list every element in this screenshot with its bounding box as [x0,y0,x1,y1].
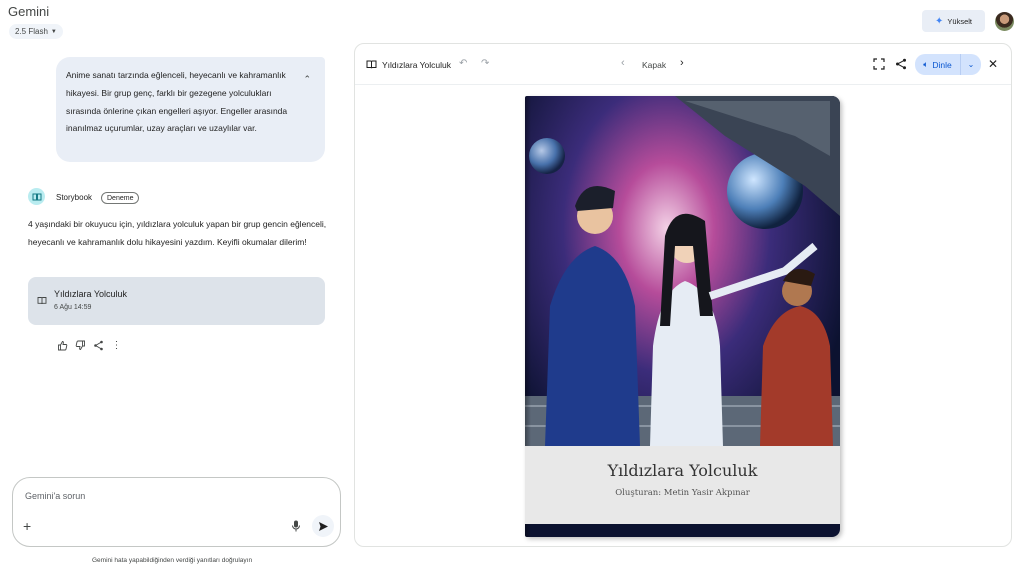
panel-title: Yıldızlara Yolculuk [382,60,451,70]
response-actions: ⋮ [57,340,122,351]
upgrade-label: Yükselt [947,16,972,26]
cover-author: Oluşturan: Metin Yasir Akpınar [615,488,750,498]
redo-icon[interactable]: ↷ [481,58,489,69]
upgrade-button[interactable]: ✦ Yükselt [922,10,985,32]
send-icon [318,521,328,531]
listen-main[interactable]: 🔈︎ Dinle [915,54,961,75]
listen-button[interactable]: 🔈︎ Dinle ⌄ [915,54,981,75]
story-card[interactable]: Yıldızlara Yolculuk 6 Ağu 14:59 [28,277,325,325]
prompt-input[interactable]: Gemini'a sorun + [12,477,341,547]
story-card-title: Yıldızlara Yolculuk [54,289,128,299]
fullscreen-icon[interactable] [873,58,885,70]
share-icon[interactable] [93,340,104,351]
share-icon[interactable] [895,58,907,70]
book-icon [37,297,47,305]
model-label: 2.5 Flash [15,27,48,36]
app-title: Gemini [8,4,50,19]
model-selector[interactable]: 2.5 Flash ▼ [9,24,63,39]
tool-badge: Deneme [101,192,140,204]
chevron-right-icon[interactable]: › [680,57,684,69]
response-text: 4 yaşındaki bir okuyucu için, yıldızlara… [28,219,327,247]
send-button[interactable] [312,515,334,537]
caret-down-icon: ▼ [50,28,57,35]
prompt-placeholder: Gemini'a sorun [25,491,86,501]
user-message: Anime sanatı tarzında eğlenceli, heyecan… [56,57,325,162]
chevron-down-icon[interactable]: ⌄ [961,60,981,69]
speaker-icon: 🔈︎ [923,59,929,69]
page-indicator: Kapak [642,60,667,70]
storybook-icon [28,188,45,205]
thumb-up-icon[interactable] [57,340,68,351]
add-icon[interactable]: + [23,519,31,533]
more-icon[interactable]: ⋮ [111,340,122,351]
book-cover[interactable]: Yıldızlara Yolculuk Oluşturan: Metin Yas… [525,96,840,537]
story-card-date: 6 Ağu 14:59 [54,304,92,311]
user-message-text: Anime sanatı tarzında eğlenceli, heyecan… [66,70,288,134]
chevron-up-icon[interactable]: ⌃ [303,71,311,89]
thumb-down-icon[interactable] [75,340,86,351]
disclaimer: Gemini hata yapabildiğinden verdiği yanı… [92,557,253,564]
chevron-left-icon[interactable]: ‹ [621,57,625,69]
sparkle-icon: ✦ [935,15,944,27]
undo-icon[interactable]: ↶ [459,58,467,69]
cover-title-band [525,446,840,524]
book-icon [366,60,377,69]
close-icon[interactable]: ✕ [988,57,998,71]
cover-title: Yıldızlara Yolculuk [607,461,758,480]
listen-label: Dinle [932,59,952,70]
tool-name: Storybook [56,193,93,202]
panel-toolbar: Yıldızlara Yolculuk ↶ ↷ ‹ Kapak › 🔈︎ Din… [355,44,1011,85]
storybook-panel: Yıldızlara Yolculuk ↶ ↷ ‹ Kapak › 🔈︎ Din… [354,43,1012,547]
avatar[interactable] [995,12,1014,31]
mic-icon[interactable] [291,520,301,532]
